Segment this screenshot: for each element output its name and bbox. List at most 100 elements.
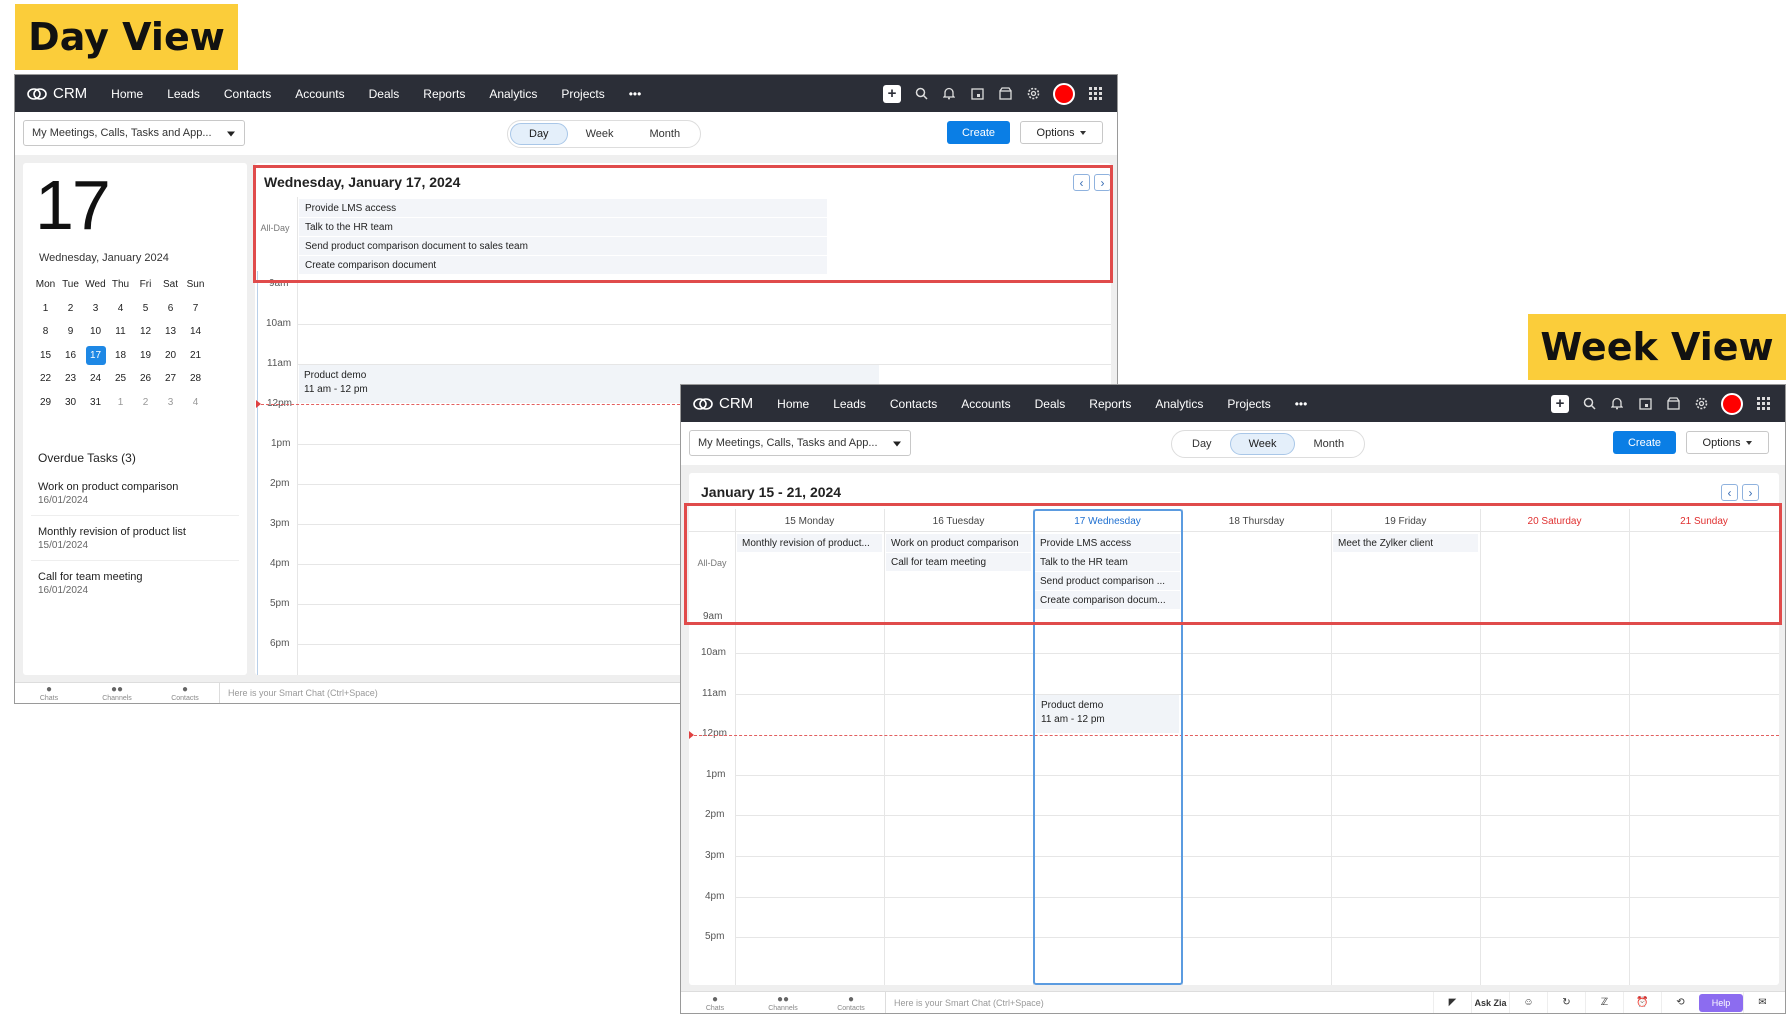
mini-cal-day[interactable]: 24 [83, 367, 108, 391]
mini-cal-day[interactable]: 8 [33, 320, 58, 344]
overdue-task-item[interactable]: Call for team meeting 16/01/2024 [38, 571, 143, 596]
calendar-icon[interactable] [1637, 396, 1653, 412]
allday-event[interactable]: Provide LMS access [299, 199, 827, 217]
gear-icon[interactable] [1693, 396, 1709, 412]
allday-event[interactable]: Work on product comparison [886, 534, 1031, 552]
day-header-tuesday[interactable]: 16 Tuesday [884, 516, 1033, 527]
nav-leads[interactable]: Leads [821, 397, 878, 411]
search-icon[interactable] [913, 86, 929, 102]
alarm-clock-icon[interactable]: ⏰ [1623, 992, 1661, 1013]
nav-home[interactable]: Home [765, 397, 821, 411]
next-day-button[interactable]: › [1094, 174, 1111, 191]
calendar-event[interactable]: Product demo 11 am - 12 pm [1036, 695, 1179, 733]
mini-cal-day[interactable]: 27 [158, 367, 183, 391]
feedback-icon[interactable]: ✉ [1743, 992, 1781, 1013]
nav-leads[interactable]: Leads [155, 87, 212, 101]
mini-cal-day[interactable]: 25 [108, 367, 133, 391]
allday-event[interactable]: Create comparison document [299, 256, 827, 274]
mini-cal-day-selected[interactable]: 17 [83, 344, 108, 368]
mini-cal-day-next-month[interactable]: 4 [183, 391, 208, 415]
mini-cal-day[interactable]: 7 [183, 297, 208, 321]
contacts-tab[interactable]: ● Contacts [817, 994, 885, 1012]
avatar[interactable] [1721, 392, 1743, 415]
mini-cal-day[interactable]: 15 [33, 344, 58, 368]
bell-icon[interactable] [941, 86, 957, 102]
marketplace-icon[interactable] [997, 86, 1013, 102]
tab-week[interactable]: Week [1229, 433, 1296, 455]
crm-logo[interactable]: CRM [27, 85, 87, 102]
nav-more-icon[interactable]: ••• [1283, 397, 1320, 411]
marketplace-icon[interactable] [1665, 396, 1681, 412]
add-icon[interactable]: + [883, 84, 901, 103]
create-button[interactable]: Create [947, 121, 1010, 144]
history-icon[interactable]: ⟲ [1661, 992, 1699, 1013]
chats-tab[interactable]: ● Chats [15, 684, 83, 702]
calendar-filter-select[interactable]: My Meetings, Calls, Tasks and App... [689, 430, 911, 456]
mini-cal-day[interactable]: 6 [158, 297, 183, 321]
apps-grid-icon[interactable] [1087, 86, 1103, 102]
chats-tab[interactable]: ● Chats [681, 994, 749, 1012]
nav-home[interactable]: Home [99, 87, 155, 101]
allday-event[interactable]: Create comparison docum... [1035, 591, 1180, 609]
nav-analytics[interactable]: Analytics [477, 87, 549, 101]
smart-chat-input[interactable]: Here is your Smart Chat (Ctrl+Space) [219, 683, 378, 703]
smart-chat-input[interactable]: Here is your Smart Chat (Ctrl+Space) [885, 992, 1044, 1013]
options-button[interactable]: Options [1020, 121, 1103, 144]
nav-projects[interactable]: Projects [1215, 397, 1282, 411]
tab-day[interactable]: Day [510, 123, 568, 145]
day-header-thursday[interactable]: 18 Thursday [1182, 516, 1331, 527]
mini-cal-day[interactable]: 29 [33, 391, 58, 415]
nav-projects[interactable]: Projects [549, 87, 616, 101]
nav-accounts[interactable]: Accounts [283, 87, 356, 101]
zia-icon[interactable]: ℤ [1585, 992, 1623, 1013]
nav-deals[interactable]: Deals [1023, 397, 1078, 411]
avatar[interactable] [1053, 82, 1075, 105]
nav-reports[interactable]: Reports [411, 87, 477, 101]
nav-deals[interactable]: Deals [357, 87, 412, 101]
nav-analytics[interactable]: Analytics [1143, 397, 1215, 411]
prev-week-button[interactable]: ‹ [1721, 484, 1738, 501]
create-button[interactable]: Create [1613, 431, 1676, 454]
mini-cal-day[interactable]: 10 [83, 320, 108, 344]
tab-month[interactable]: Month [631, 124, 698, 144]
contacts-tab[interactable]: ● Contacts [151, 684, 219, 702]
calendar-icon[interactable] [969, 86, 985, 102]
ask-zia-button[interactable]: Ask Zia [1471, 992, 1509, 1013]
mini-cal-day[interactable]: 22 [33, 367, 58, 391]
allday-event[interactable]: Monthly revision of product... [737, 534, 882, 552]
crm-logo[interactable]: CRM [693, 395, 753, 412]
day-header-sunday[interactable]: 21 Sunday [1629, 516, 1779, 527]
day-header-wednesday[interactable]: 17 Wednesday [1033, 516, 1182, 527]
options-button[interactable]: Options [1686, 431, 1769, 454]
allday-event[interactable]: Meet the Zylker client [1333, 534, 1478, 552]
day-header-saturday[interactable]: 20 Saturday [1480, 516, 1629, 527]
mini-cal-day[interactable]: 23 [58, 367, 83, 391]
mini-cal-day[interactable]: 5 [133, 297, 158, 321]
nav-contacts[interactable]: Contacts [878, 397, 949, 411]
overdue-task-item[interactable]: Monthly revision of product list 15/01/20… [38, 526, 186, 551]
mini-cal-day[interactable]: 18 [108, 344, 133, 368]
apps-grid-icon[interactable] [1755, 396, 1771, 412]
mini-cal-day-next-month[interactable]: 2 [133, 391, 158, 415]
tab-day[interactable]: Day [1174, 434, 1230, 454]
bell-icon[interactable] [1609, 396, 1625, 412]
refresh-icon[interactable]: ↻ [1547, 992, 1585, 1013]
mini-cal-day[interactable]: 2 [58, 297, 83, 321]
gear-icon[interactable] [1025, 86, 1041, 102]
tab-week[interactable]: Week [568, 124, 632, 144]
mini-cal-day[interactable]: 3 [83, 297, 108, 321]
mini-cal-day[interactable]: 16 [58, 344, 83, 368]
mini-cal-day[interactable]: 31 [83, 391, 108, 415]
allday-event[interactable]: Send product comparison document to sale… [299, 237, 827, 255]
smiley-icon[interactable]: ☺ [1509, 992, 1547, 1013]
mini-cal-day[interactable]: 12 [133, 320, 158, 344]
mini-cal-day[interactable]: 1 [33, 297, 58, 321]
mini-cal-day[interactable]: 14 [183, 320, 208, 344]
help-button[interactable]: Help [1699, 993, 1743, 1012]
allday-event[interactable]: Talk to the HR team [299, 218, 827, 236]
prev-day-button[interactable]: ‹ [1073, 174, 1090, 191]
mini-cal-day[interactable]: 11 [108, 320, 133, 344]
mini-cal-day[interactable]: 20 [158, 344, 183, 368]
mini-cal-day[interactable]: 19 [133, 344, 158, 368]
tab-month[interactable]: Month [1295, 434, 1362, 454]
